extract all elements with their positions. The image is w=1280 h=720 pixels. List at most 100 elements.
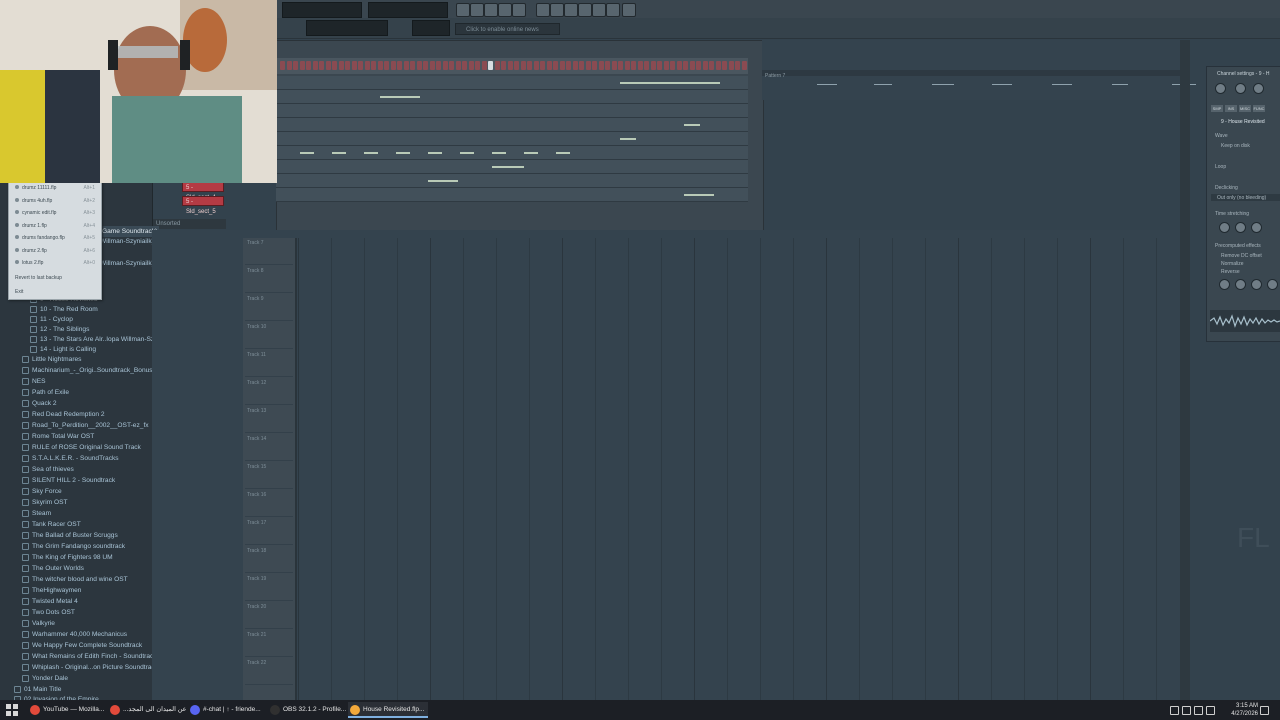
step-pad[interactable] — [592, 61, 597, 70]
browser-folder-item[interactable]: SILENT HILL 2 - Soundtrack — [22, 475, 115, 486]
track-header[interactable]: Track 18 — [245, 546, 293, 573]
channel-lane[interactable] — [276, 188, 748, 202]
step-pad[interactable] — [455, 61, 461, 70]
step-pad[interactable] — [475, 61, 480, 70]
browser-window-button[interactable] — [564, 3, 578, 17]
step-pad[interactable] — [442, 61, 448, 70]
normalize-checkbox[interactable]: Normalize — [1221, 261, 1244, 267]
declick-mode-select[interactable]: Out only (no bleeding) — [1211, 194, 1280, 201]
step-pad[interactable] — [650, 61, 656, 70]
step-pad[interactable] — [715, 61, 721, 70]
mixer-window-button[interactable] — [592, 3, 606, 17]
note[interactable] — [620, 82, 720, 84]
taskbar-app-button[interactable]: House Revisited.flp... — [348, 702, 428, 718]
track-header[interactable]: Track 17 — [245, 518, 293, 545]
volume-knob[interactable] — [1215, 83, 1226, 94]
channel-filter[interactable]: Unsorted — [152, 219, 226, 229]
step-pad[interactable] — [572, 61, 578, 70]
step-pad[interactable] — [624, 61, 630, 70]
note[interactable] — [380, 96, 420, 98]
note[interactable] — [620, 138, 636, 140]
track-header[interactable]: Track 13 — [245, 406, 293, 433]
step-pad[interactable] — [410, 61, 415, 70]
pitch-stretch-knob[interactable] — [1219, 222, 1230, 233]
track-header[interactable]: Track 7 — [245, 238, 293, 265]
browser-folder-item[interactable]: The witcher blood and wine OST — [22, 574, 128, 585]
step-pad[interactable] — [338, 61, 344, 70]
tool-button[interactable] — [512, 3, 526, 17]
tray-chevron-icon[interactable] — [1170, 706, 1179, 715]
track-header[interactable]: Track 10 — [245, 322, 293, 349]
step-pad[interactable] — [371, 61, 376, 70]
browser-folder-item[interactable]: We Happy Few Complete Soundtrack — [22, 640, 142, 651]
step-pad[interactable] — [598, 61, 604, 70]
step-pad[interactable] — [618, 61, 623, 70]
reverse-checkbox[interactable]: Reverse — [1221, 269, 1240, 275]
recent-file-item[interactable]: drumz 1.flp — [15, 222, 47, 229]
pitch-knob[interactable] — [1253, 83, 1264, 94]
taskbar-app-button[interactable]: OBS 32.1.2 - Profile... — [268, 702, 346, 718]
step-pad[interactable] — [494, 61, 500, 70]
browser-folder-item[interactable]: NES — [22, 376, 46, 387]
step-pad[interactable] — [384, 61, 389, 70]
track-header[interactable]: Track 22 — [245, 658, 293, 685]
step-pad[interactable] — [390, 61, 396, 70]
browser-folder-item[interactable]: The King of Fighters 98 UM — [22, 552, 113, 563]
browser-folder-item[interactable]: TheHighwaymen — [22, 585, 81, 596]
recent-file-item[interactable]: drums 4uh.flp — [15, 197, 52, 204]
note[interactable] — [460, 152, 474, 154]
browser-folder-item[interactable]: Sky Force — [22, 486, 62, 497]
browser-folder-item[interactable]: Road_To_Perdition__2002__OST-ez_fx — [22, 420, 149, 431]
step-pad[interactable] — [631, 61, 636, 70]
browser-folder-item[interactable]: Whiplash - Original...on Picture Soundtr… — [22, 662, 158, 673]
channel-lane[interactable] — [276, 104, 748, 118]
recent-file-item[interactable]: cynamic edit.flp — [15, 210, 56, 216]
browser-item[interactable]: Willman-Szyniailk) — [100, 258, 154, 269]
step-pad[interactable] — [351, 61, 357, 70]
step-pad[interactable] — [423, 61, 428, 70]
step-pad[interactable] — [553, 61, 558, 70]
note[interactable] — [396, 152, 410, 154]
step-pad[interactable] — [449, 61, 454, 70]
fx-knob[interactable] — [1267, 279, 1278, 290]
browser-folder-item[interactable]: Two Dots OST — [22, 607, 75, 618]
browser-folder-item[interactable]: Yonder Dale — [22, 673, 68, 684]
step-pad[interactable] — [429, 61, 435, 70]
browser-folder-item[interactable]: Little Nightmares — [22, 354, 81, 365]
tab-func[interactable]: FUNC — [1253, 105, 1265, 112]
step-pad[interactable] — [709, 61, 714, 70]
browser-folder-item[interactable]: Tank Racer OST — [22, 519, 81, 530]
channel-lane[interactable] — [276, 90, 748, 104]
tab-smp[interactable]: SMP — [1211, 105, 1223, 112]
keep-on-disk-checkbox[interactable]: Keep on disk — [1221, 143, 1250, 149]
recent-file-item[interactable]: drumz 11111.flp — [15, 185, 56, 191]
browser-folder-item[interactable]: What Remains of Edith Finch - Soundtrack — [22, 651, 157, 662]
track-header[interactable]: Track 16 — [245, 490, 293, 517]
channel-lane[interactable] — [276, 174, 748, 188]
recent-file-item[interactable]: drumz 2.flp — [15, 247, 47, 254]
step-pad[interactable] — [559, 61, 565, 70]
help-icon[interactable] — [622, 3, 636, 17]
track-header[interactable]: Track 9 — [245, 294, 293, 321]
step-pad[interactable] — [722, 61, 727, 70]
sample-name[interactable]: 9 - House Revisited — [1221, 119, 1265, 125]
step-pad[interactable] — [546, 61, 552, 70]
step-pad[interactable] — [689, 61, 695, 70]
browser-folder-item[interactable]: The Ballad of Buster Scruggs — [22, 530, 118, 541]
note[interactable] — [428, 180, 458, 182]
step-pad[interactable] — [507, 61, 513, 70]
step-pad[interactable] — [520, 61, 526, 70]
browser-folder-item[interactable]: The Grim Fandango soundtrack — [22, 541, 125, 552]
taskbar-app-button[interactable]: ...عن الميدان الى المجد — [108, 702, 187, 718]
step-pad[interactable] — [585, 61, 591, 70]
notification-icon[interactable] — [1260, 706, 1269, 715]
channel-button[interactable]: 5 - Sld_sect_4 — [182, 182, 224, 201]
step-pad[interactable] — [345, 61, 350, 70]
note[interactable] — [428, 152, 442, 154]
channel-rack-window-button[interactable] — [578, 3, 592, 17]
step-pad[interactable] — [514, 61, 519, 70]
fx-knob[interactable] — [1251, 279, 1262, 290]
pattern-clip[interactable] — [762, 70, 1180, 76]
taskbar-app-button[interactable]: #-chat | ↑ - friende... — [188, 702, 264, 718]
step-pad[interactable] — [312, 61, 318, 70]
